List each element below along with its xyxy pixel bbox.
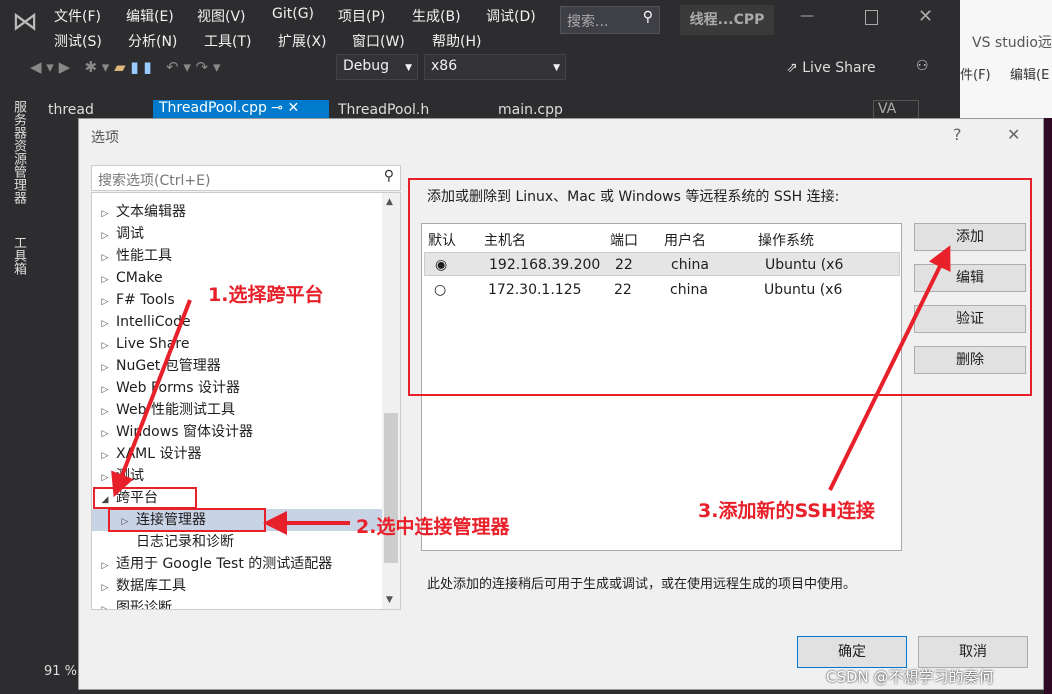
annotation-step1: 1.选择跨平台 [208, 284, 324, 306]
annotation-step3: 3.添加新的SSH连接 [698, 500, 875, 522]
arrow-step3 [828, 245, 951, 491]
annotation-overlay [93, 178, 1032, 535]
watermark: CSDN @不想学习的秦何 [826, 668, 994, 686]
highlight-box-ssh [408, 178, 1032, 396]
highlight-box-connection-manager [108, 508, 266, 532]
arrow-step1 [111, 299, 192, 498]
highlight-box-cross-platform [93, 487, 197, 509]
annotation-step2: 2.选中连接管理器 [356, 516, 510, 538]
